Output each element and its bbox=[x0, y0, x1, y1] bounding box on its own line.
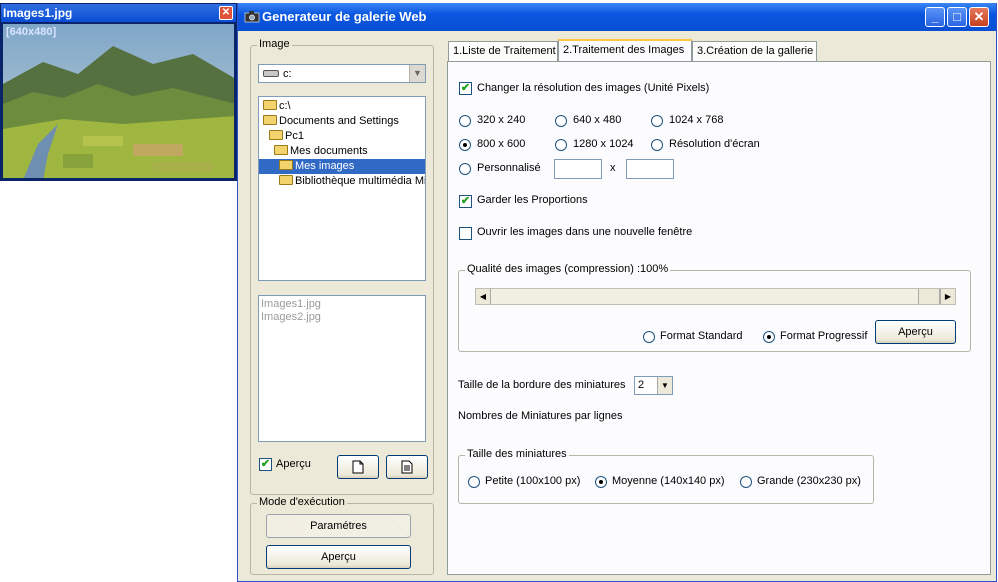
preview-image: [640x480] bbox=[3, 24, 234, 178]
execution-mode-label: Mode d'exécution bbox=[257, 496, 347, 508]
landscape-image bbox=[3, 24, 234, 178]
image-group: Image c: ▼ c:\ Documents and Settings Pc… bbox=[250, 38, 434, 495]
tree-item[interactable]: Mes documents bbox=[274, 144, 368, 159]
parametres-button[interactable]: Paramétres bbox=[266, 514, 411, 538]
keep-proportions-label: Garder les Proportions bbox=[477, 194, 588, 206]
title-bar[interactable]: Generateur de galerie Web _ □ ✕ bbox=[238, 3, 996, 31]
slider-thumb[interactable] bbox=[918, 289, 940, 304]
thumb-large-radio[interactable] bbox=[740, 476, 752, 488]
new-document-icon bbox=[352, 460, 364, 474]
folder-open-icon bbox=[263, 100, 277, 110]
res-640-radio[interactable] bbox=[555, 115, 567, 127]
change-resolution-label: Changer la résolution des images (Unité … bbox=[477, 82, 710, 94]
scroll-left-icon[interactable]: ◀ bbox=[476, 289, 491, 304]
res-1024-radio[interactable] bbox=[651, 115, 663, 127]
res-640-label: 640 x 480 bbox=[573, 114, 622, 126]
thumb-medium-label: Moyenne (140x140 px) bbox=[612, 475, 725, 487]
image-group-label: Image bbox=[257, 38, 292, 50]
quality-group: Qualité des images (compression) :100% ◀… bbox=[458, 263, 971, 352]
image-preview-window: Images1.jpg ✕ [640x480] bbox=[0, 3, 237, 181]
tab-creation-gallerie[interactable]: 3.Création de la gallerie bbox=[692, 41, 817, 61]
thumb-size-group: Taille des miniatures Petite (100x100 px… bbox=[458, 448, 874, 504]
tree-item-selected[interactable]: Mes images bbox=[259, 159, 425, 174]
res-custom-label: Personnalisé bbox=[477, 162, 541, 174]
quality-apercu-button[interactable]: Aperçu bbox=[875, 320, 956, 344]
change-resolution-checkbox[interactable]: ✔ bbox=[459, 82, 472, 95]
folder-tree[interactable]: c:\ Documents and Settings Pc1 Mes docum… bbox=[258, 96, 426, 281]
custom-width-input[interactable] bbox=[554, 159, 602, 179]
chevron-down-icon[interactable]: ▼ bbox=[409, 65, 425, 82]
maximize-button[interactable]: □ bbox=[947, 7, 967, 27]
res-320-label: 320 x 240 bbox=[477, 114, 526, 126]
tree-item[interactable]: c:\ bbox=[263, 99, 291, 114]
camera-icon bbox=[244, 11, 260, 23]
tab-traitement-images[interactable]: 2.Traitement des Images bbox=[558, 39, 692, 61]
folder-open-icon bbox=[263, 115, 277, 125]
image-dimensions: [640x480] bbox=[6, 26, 57, 38]
res-800-label: 800 x 600 bbox=[477, 138, 526, 150]
close-icon[interactable]: ✕ bbox=[219, 6, 233, 20]
drive-select[interactable]: c: ▼ bbox=[258, 64, 426, 83]
tab-panel: ✔ Changer la résolution des images (Unit… bbox=[447, 61, 991, 575]
open-file-button[interactable] bbox=[386, 455, 428, 479]
thumb-small-label: Petite (100x100 px) bbox=[485, 475, 581, 487]
drive-value: c: bbox=[283, 68, 292, 80]
preview-title-bar[interactable]: Images1.jpg ✕ bbox=[1, 4, 236, 22]
quality-slider[interactable]: ◀ ▶ bbox=[475, 288, 956, 305]
custom-height-input[interactable] bbox=[626, 159, 674, 179]
border-size-value: 2 bbox=[638, 379, 645, 391]
open-new-window-checkbox[interactable] bbox=[459, 227, 472, 240]
format-progressive-label: Format Progressif bbox=[780, 330, 868, 342]
close-button[interactable]: ✕ bbox=[969, 7, 989, 27]
tree-item[interactable]: Pc1 bbox=[269, 129, 304, 144]
gallery-generator-window: Generateur de galerie Web _ □ ✕ Image c:… bbox=[237, 3, 997, 582]
res-screen-label: Résolution d'écran bbox=[669, 138, 760, 150]
document-lines-icon bbox=[401, 460, 413, 474]
apercu-checkbox[interactable]: ✔ bbox=[259, 458, 272, 471]
execution-mode-group: Mode d'exécution Paramétres Aperçu bbox=[250, 496, 434, 575]
border-size-label: Taille de la bordure des miniatures bbox=[458, 379, 626, 391]
res-1024-label: 1024 x 768 bbox=[669, 114, 724, 126]
res-1280-radio[interactable] bbox=[555, 139, 567, 151]
file-list-item[interactable]: Images1.jpg bbox=[261, 298, 321, 310]
times-label: x bbox=[610, 162, 616, 174]
res-1280-label: 1280 x 1024 bbox=[573, 138, 634, 150]
keep-proportions-checkbox[interactable]: ✔ bbox=[459, 195, 472, 208]
format-standard-radio[interactable] bbox=[643, 331, 655, 343]
border-size-select[interactable]: 2 ▼ bbox=[634, 376, 673, 395]
tree-item[interactable]: Documents and Settings bbox=[263, 114, 399, 129]
res-screen-radio[interactable] bbox=[651, 139, 663, 151]
scroll-right-icon[interactable]: ▶ bbox=[940, 289, 955, 304]
chevron-down-icon[interactable]: ▼ bbox=[657, 377, 672, 394]
thumb-size-label: Taille des miniatures bbox=[465, 448, 569, 460]
tree-item[interactable]: Bibliothèque multimédia Mic bbox=[279, 174, 425, 189]
format-standard-label: Format Standard bbox=[660, 330, 743, 342]
res-custom-radio[interactable] bbox=[459, 163, 471, 175]
file-list[interactable]: Images1.jpg Images2.jpg bbox=[258, 295, 426, 442]
file-list-item[interactable]: Images2.jpg bbox=[261, 311, 321, 323]
preview-title: Images1.jpg bbox=[3, 6, 73, 20]
res-800-radio[interactable] bbox=[459, 139, 471, 151]
folder-icon bbox=[279, 175, 293, 185]
folder-open-icon bbox=[279, 160, 293, 170]
new-file-button[interactable] bbox=[337, 455, 379, 479]
res-320-radio[interactable] bbox=[459, 115, 471, 127]
folder-open-icon bbox=[269, 130, 283, 140]
window-title: Generateur de galerie Web bbox=[262, 9, 427, 24]
thumb-large-label: Grande (230x230 px) bbox=[757, 475, 861, 487]
format-progressive-radio[interactable] bbox=[763, 331, 775, 343]
tab-liste-traitement[interactable]: 1.Liste de Traitement bbox=[448, 41, 558, 61]
folder-open-icon bbox=[274, 145, 288, 155]
apercu-mode-button[interactable]: Aperçu bbox=[266, 545, 411, 569]
quality-label: Qualité des images (compression) :100% bbox=[465, 263, 671, 275]
open-new-window-label: Ouvrir les images dans une nouvelle fenê… bbox=[477, 226, 693, 238]
thumbs-per-line-label: Nombres de Miniatures par lignes bbox=[458, 410, 623, 422]
thumb-small-radio[interactable] bbox=[468, 476, 480, 488]
minimize-button[interactable]: _ bbox=[925, 7, 945, 27]
drive-icon bbox=[263, 70, 279, 77]
thumb-medium-radio[interactable] bbox=[595, 476, 607, 488]
apercu-checkbox-label: Aperçu bbox=[276, 458, 311, 470]
